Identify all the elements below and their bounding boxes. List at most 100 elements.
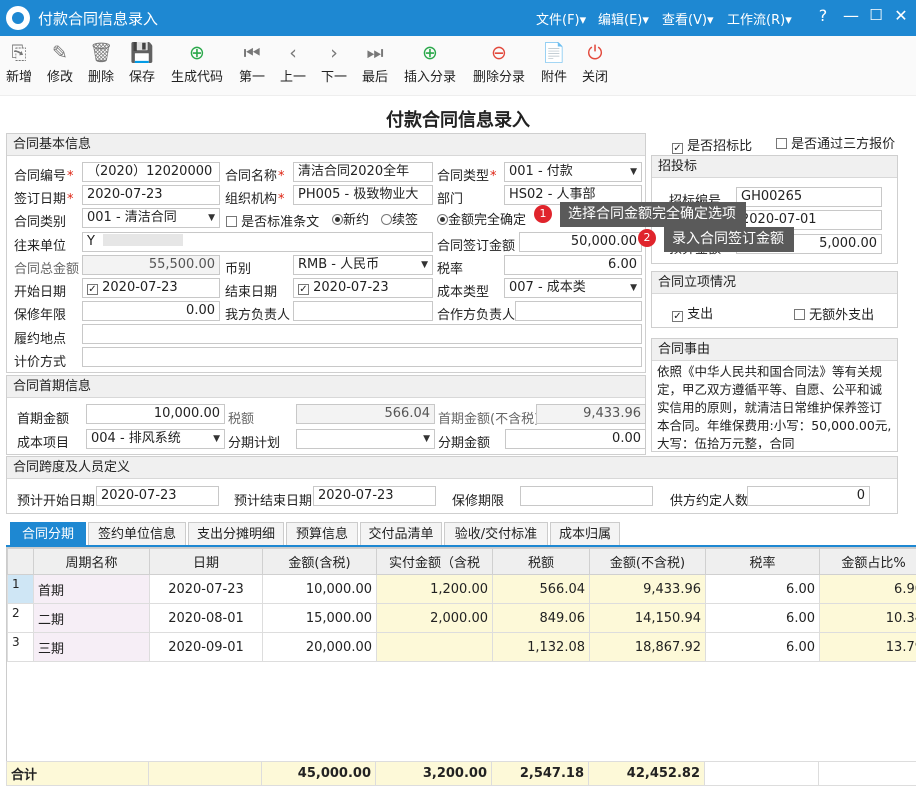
- rate-cell[interactable]: 6.00: [705, 574, 820, 604]
- installment-field[interactable]: 0.00: [505, 429, 646, 449]
- column-header[interactable]: 税额: [492, 548, 590, 575]
- location-field[interactable]: [82, 324, 642, 344]
- column-header[interactable]: 周期名称: [33, 548, 150, 575]
- paid-cell[interactable]: 1,200.00: [376, 574, 493, 604]
- menu-file[interactable]: 文件(F)▾: [536, 9, 586, 28]
- tax-cell[interactable]: 849.06: [492, 603, 590, 633]
- date-cell[interactable]: 2020-07-23: [149, 574, 263, 604]
- standard-clause-checkbox[interactable]: 是否标准条文: [226, 211, 319, 230]
- prev-button[interactable]: ‹ 上一: [279, 40, 307, 85]
- org-field[interactable]: PH005 - 极致物业大: [293, 185, 433, 205]
- save-button[interactable]: 💾 保存: [128, 40, 156, 85]
- table-row[interactable]: 2 二期 2020-08-01 15,000.00 2,000.00 849.0…: [7, 603, 916, 633]
- sign-date-field[interactable]: 2020-07-23: [82, 185, 220, 205]
- close-button[interactable]: ⏻ 关闭: [581, 40, 609, 85]
- category-select[interactable]: 001 - 清洁合同: [82, 208, 220, 228]
- renew-radio[interactable]: 续签: [381, 209, 418, 228]
- generate-code-button[interactable]: ⊕ 生成代码: [170, 40, 224, 85]
- menu-edit[interactable]: 编辑(E)▾: [598, 9, 649, 28]
- maximize-icon[interactable]: ☐: [865, 6, 887, 24]
- contract-no-field[interactable]: （2020）12020000: [82, 162, 220, 182]
- plan-select[interactable]: [296, 429, 435, 449]
- delete-installment-button[interactable]: ⊖ 删除分录: [472, 40, 526, 85]
- sign-amount-field[interactable]: 50,000.00: [519, 232, 642, 252]
- menu-view[interactable]: 查看(V)▾: [662, 9, 714, 28]
- tab-deliverables[interactable]: 交付品清单: [360, 522, 442, 546]
- warranty-period-field[interactable]: [520, 486, 653, 506]
- is-bid-checkbox[interactable]: ✓ 是否招标比: [672, 135, 752, 154]
- amount-cell[interactable]: 20,000.00: [262, 632, 377, 662]
- tab-expense-allocation[interactable]: 支出分摊明细: [188, 522, 284, 546]
- period-name-cell[interactable]: 三期: [33, 632, 150, 662]
- tab-signing-units[interactable]: 签约单位信息: [88, 522, 186, 546]
- amount-cell[interactable]: 10,000.00: [262, 574, 377, 604]
- paid-cell[interactable]: 2,000.00: [376, 603, 493, 633]
- currency-select[interactable]: RMB - 人民币: [293, 255, 433, 275]
- close-icon[interactable]: ✕: [890, 6, 912, 25]
- attachment-button[interactable]: 📄 附件: [540, 40, 568, 85]
- supplier-count-field[interactable]: 0: [747, 486, 870, 506]
- first-amount-field[interactable]: 10,000.00: [86, 404, 225, 424]
- rate-cell[interactable]: 6.00: [705, 603, 820, 633]
- last-button[interactable]: ⏭ 最后: [361, 40, 389, 85]
- est-start-field[interactable]: 2020-07-23: [96, 486, 219, 506]
- end-date-field[interactable]: ✓ 2020-07-23: [293, 278, 433, 298]
- table-row[interactable]: 3 三期 2020-09-01 20,000.00 1,132.08 18,86…: [7, 632, 916, 662]
- partner-field[interactable]: Y: [82, 232, 433, 252]
- column-header[interactable]: 日期: [149, 548, 263, 575]
- cost-type-select[interactable]: 007 - 成本类: [504, 278, 642, 298]
- start-date-field[interactable]: ✓ 2020-07-23: [82, 278, 220, 298]
- edit-button[interactable]: ✎ 修改: [46, 40, 74, 85]
- tax-rate-field[interactable]: 6.00: [504, 255, 642, 275]
- insert-installment-button[interactable]: ⊕ 插入分录: [403, 40, 457, 85]
- column-header[interactable]: 金额(含税): [262, 548, 377, 575]
- matter-text[interactable]: 依照《中华人民共和国合同法》等有关规定，甲乙双方遵循平等、自愿、公平和诚实信用的…: [652, 361, 897, 449]
- tax-cell[interactable]: 566.04: [492, 574, 590, 604]
- cost-item-select[interactable]: 004 - 排风系统: [86, 429, 225, 449]
- date-cell[interactable]: 2020-09-01: [149, 632, 263, 662]
- period-name-cell[interactable]: 二期: [33, 603, 150, 633]
- new-button[interactable]: ⎘ 新增: [5, 40, 33, 85]
- delete-button[interactable]: 🗑 删除: [87, 40, 115, 85]
- column-header[interactable]: 税率: [705, 548, 820, 575]
- third-party-checkbox[interactable]: 是否通过三方报价: [776, 133, 895, 152]
- notax-cell[interactable]: 14,150.94: [589, 603, 706, 633]
- notax-cell[interactable]: 9,433.96: [589, 574, 706, 604]
- menu-workflow[interactable]: 工作流(R)▾: [727, 9, 792, 28]
- period-name-cell[interactable]: 首期: [33, 574, 150, 604]
- tab-installments[interactable]: 合同分期: [10, 522, 86, 546]
- first-button[interactable]: ⏮ 第一: [238, 40, 266, 85]
- percent-cell[interactable]: 13.79: [819, 632, 916, 662]
- partner-person-field[interactable]: [515, 301, 642, 321]
- minimize-icon[interactable]: —: [840, 6, 862, 25]
- contract-type-select[interactable]: 001 - 付款: [504, 162, 642, 182]
- paid-cell[interactable]: [376, 632, 493, 662]
- percent-cell[interactable]: 10.34: [819, 603, 916, 633]
- bid-no-field[interactable]: GH00265: [736, 187, 882, 207]
- pricing-field[interactable]: [82, 347, 642, 367]
- tab-cost-attribution[interactable]: 成本归属: [550, 522, 620, 546]
- expense-checkbox[interactable]: ✓ 支出: [672, 303, 713, 322]
- warranty-field[interactable]: 0.00: [82, 301, 220, 321]
- column-header[interactable]: 实付金额（含税: [376, 548, 493, 575]
- percent-cell[interactable]: 6.90: [819, 574, 916, 604]
- table-row[interactable]: 1 首期 2020-07-23 10,000.00 1,200.00 566.0…: [7, 574, 916, 604]
- our-person-field[interactable]: [293, 301, 433, 321]
- new-sign-radio[interactable]: 新约: [332, 209, 369, 228]
- notax-cell[interactable]: 18,867.92: [589, 632, 706, 662]
- column-header[interactable]: 金额占比%: [819, 548, 916, 575]
- est-end-field[interactable]: 2020-07-23: [313, 486, 436, 506]
- attachment-icon: 📄: [542, 42, 566, 64]
- tab-budget[interactable]: 预算信息: [286, 522, 358, 546]
- amount-cell[interactable]: 15,000.00: [262, 603, 377, 633]
- amount-fixed-radio[interactable]: 金额完全确定: [437, 209, 526, 228]
- date-cell[interactable]: 2020-08-01: [149, 603, 263, 633]
- tax-cell[interactable]: 1,132.08: [492, 632, 590, 662]
- next-button[interactable]: › 下一: [320, 40, 348, 85]
- tab-acceptance[interactable]: 验收/交付标准: [444, 522, 548, 546]
- help-icon[interactable]: ?: [812, 6, 834, 25]
- contract-name-field[interactable]: 清洁合同2020全年: [293, 162, 433, 182]
- column-header[interactable]: 金额(不含税): [589, 548, 706, 575]
- rate-cell[interactable]: 6.00: [705, 632, 820, 662]
- no-extra-expense-checkbox[interactable]: 无额外支出: [794, 304, 874, 323]
